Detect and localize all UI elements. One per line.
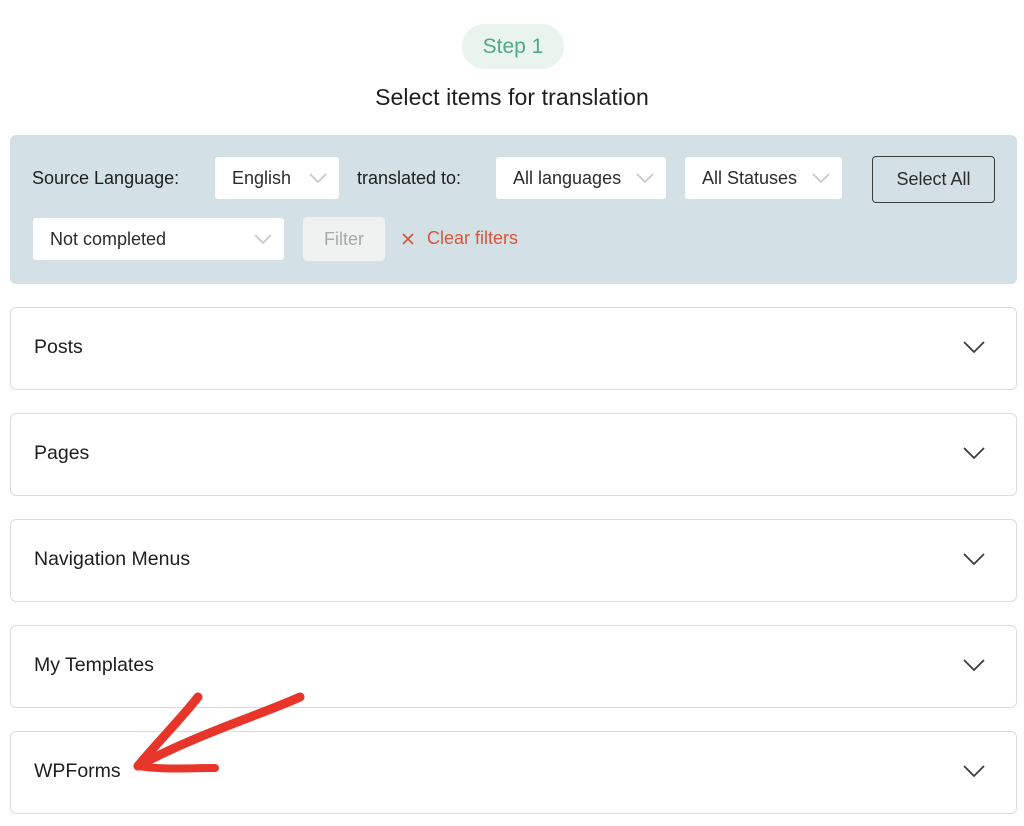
section-wpforms[interactable]: WPForms <box>10 731 1017 814</box>
completion-select[interactable]: Not completed <box>33 218 284 260</box>
clear-filters-link[interactable]: Clear filters <box>401 228 518 249</box>
section-title: WPForms <box>34 760 121 782</box>
translation-page: Step 1 Select items for translation Sour… <box>0 0 1024 826</box>
close-icon <box>401 232 415 246</box>
translated-to-label: translated to: <box>357 168 462 188</box>
section-title: Pages <box>34 442 90 464</box>
chevron-down-icon[interactable] <box>963 552 985 566</box>
completion-value: Not completed <box>50 228 167 249</box>
chevron-down-icon <box>636 169 654 184</box>
source-language-label: Source Language: <box>32 168 180 188</box>
chevron-down-icon <box>812 169 830 184</box>
chevron-down-icon <box>254 230 272 245</box>
chevron-down-icon[interactable] <box>963 446 985 460</box>
filter-panel: Source Language: English translated to: … <box>10 135 1017 284</box>
filter-button[interactable]: Filter <box>303 217 385 261</box>
status-select[interactable]: All Statuses <box>685 157 842 199</box>
page-title: Select items for translation <box>375 84 649 110</box>
target-language-value: All languages <box>513 167 622 188</box>
source-language-select[interactable]: English <box>215 157 339 199</box>
chevron-down-icon <box>309 169 327 184</box>
section-my-templates[interactable]: My Templates <box>10 625 1017 708</box>
status-value: All Statuses <box>702 167 798 188</box>
clear-filters-label: Clear filters <box>427 228 519 248</box>
chevron-down-icon[interactable] <box>963 764 985 778</box>
section-title: My Templates <box>34 654 154 676</box>
section-navigation-menus[interactable]: Navigation Menus <box>10 519 1017 602</box>
section-title: Navigation Menus <box>34 548 191 570</box>
target-language-select[interactable]: All languages <box>496 157 666 199</box>
step-badge: Step 1 <box>462 24 564 69</box>
section-pages[interactable]: Pages <box>10 413 1017 496</box>
section-posts[interactable]: Posts <box>10 307 1017 390</box>
section-title: Posts <box>34 336 83 358</box>
chevron-down-icon[interactable] <box>963 340 985 354</box>
chevron-down-icon[interactable] <box>963 658 985 672</box>
source-language-value: English <box>232 167 292 188</box>
select-all-button[interactable]: Select All <box>872 156 995 203</box>
